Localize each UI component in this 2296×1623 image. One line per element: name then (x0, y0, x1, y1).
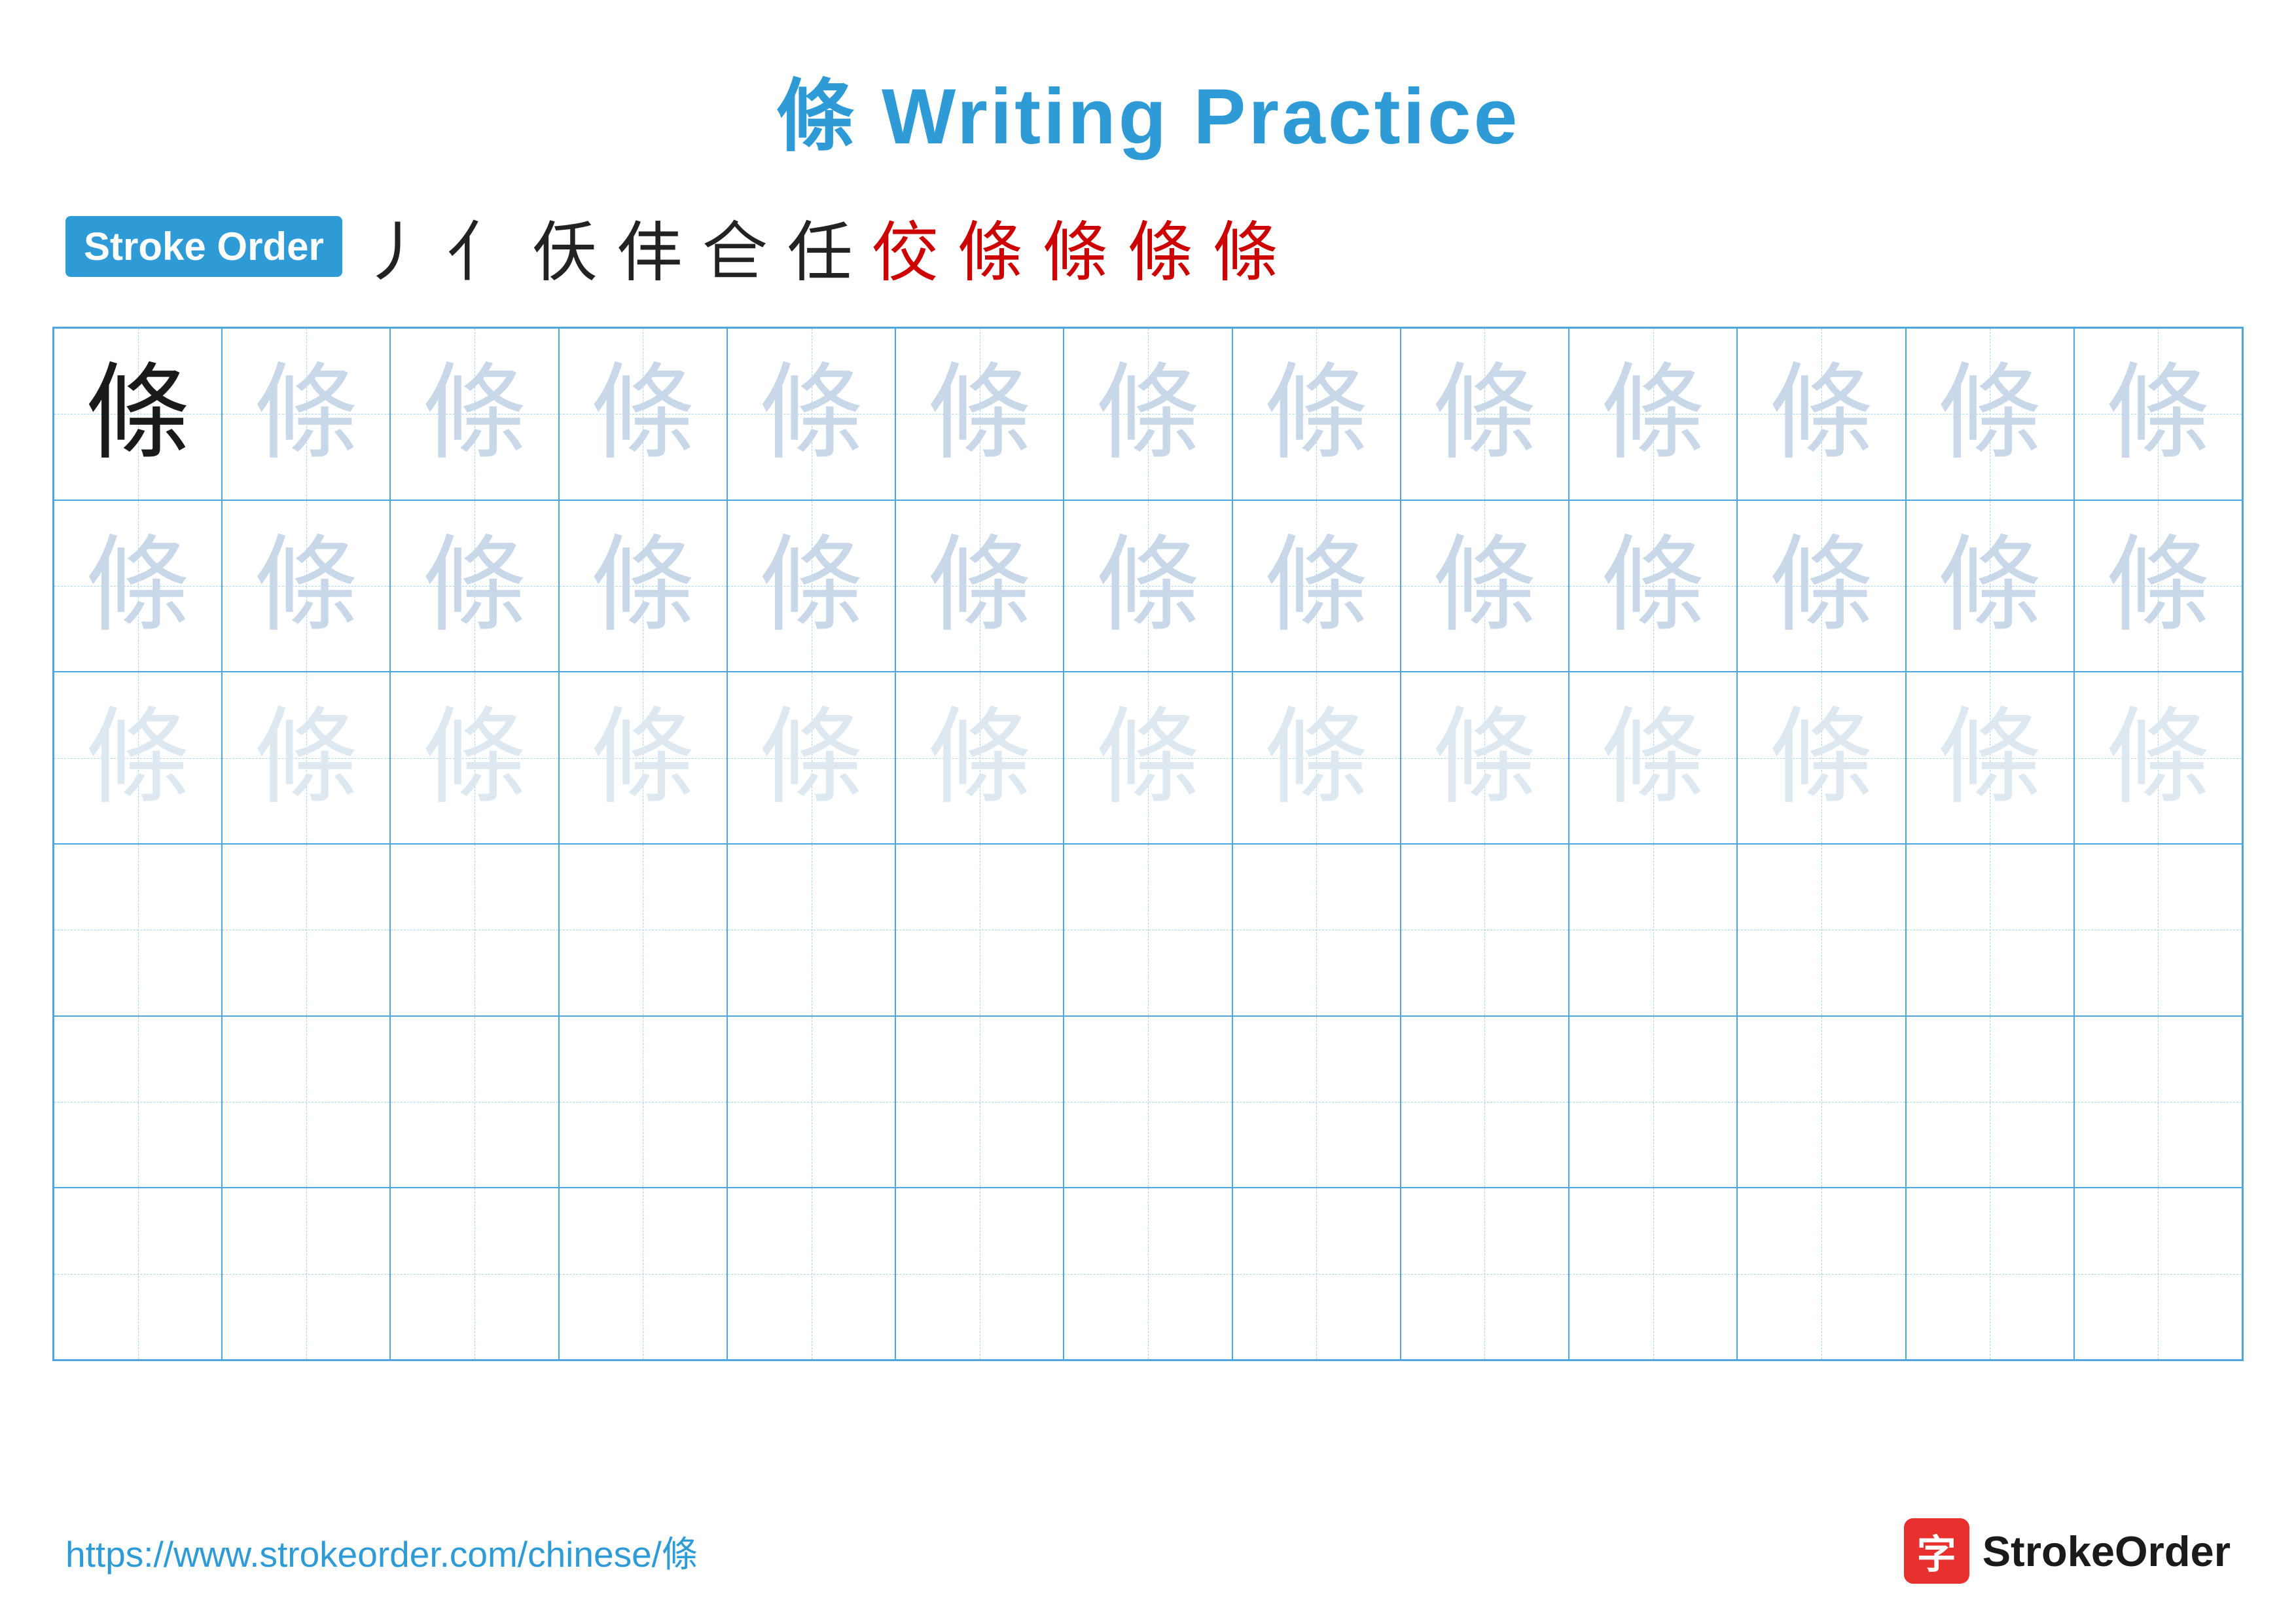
grid-cell[interactable] (1737, 844, 1905, 1016)
grid-cell[interactable]: 條 (1737, 672, 1905, 844)
logo-text: StrokeOrder (1982, 1527, 2231, 1576)
stroke-4: 仹 (617, 199, 683, 294)
grid-cell[interactable]: 條 (895, 500, 1064, 672)
grid-cell[interactable]: 條 (390, 500, 558, 672)
grid-cell[interactable]: 條 (1064, 500, 1232, 672)
stroke-order-badge: Stroke Order (65, 216, 342, 277)
grid-cell[interactable]: 條 (727, 500, 895, 672)
grid-cell[interactable]: 條 (54, 500, 222, 672)
grid-cell[interactable]: 條 (895, 328, 1064, 500)
grid-cell[interactable]: 條 (1906, 328, 2074, 500)
grid-cell[interactable]: 條 (390, 672, 558, 844)
grid-cell[interactable] (1569, 1016, 1737, 1188)
grid-cell[interactable]: 條 (1064, 328, 1232, 500)
grid-cell[interactable] (54, 1188, 222, 1360)
stroke-7: 佼 (872, 199, 938, 294)
grid-cell[interactable] (1906, 1016, 2074, 1188)
grid-cell[interactable]: 條 (1906, 500, 2074, 672)
grid-cell[interactable] (1569, 1188, 1737, 1360)
grid-cell[interactable] (54, 1016, 222, 1188)
stroke-8: 條 (958, 199, 1023, 294)
grid-cell[interactable]: 條 (1737, 500, 1905, 672)
stroke-5: 仺 (702, 199, 768, 294)
grid-cell[interactable] (1906, 844, 2074, 1016)
grid-cell[interactable] (222, 844, 390, 1016)
grid-cell[interactable] (1906, 1188, 2074, 1360)
grid-cell[interactable] (390, 844, 558, 1016)
grid-cell[interactable]: 條 (559, 672, 727, 844)
grid-cell[interactable] (1737, 1016, 1905, 1188)
grid-cell[interactable] (727, 1188, 895, 1360)
footer-url[interactable]: https://www.strokeorder.com/chinese/條 (65, 1525, 698, 1577)
stroke-order-row: Stroke Order 丿 亻 仸 仹 仺 任 佼 條 條 條 條 (0, 166, 2296, 314)
grid-cell[interactable] (1401, 844, 1569, 1016)
grid-cell[interactable]: 條 (1232, 672, 1401, 844)
grid-cell[interactable] (54, 844, 222, 1016)
grid-cell[interactable] (895, 1016, 1064, 1188)
stroke-6: 任 (787, 199, 853, 294)
grid-cell[interactable] (1569, 844, 1737, 1016)
grid-cell[interactable] (559, 844, 727, 1016)
grid-cell[interactable]: 條 (1401, 500, 1569, 672)
grid-cell[interactable]: 條 (222, 328, 390, 500)
grid-cell[interactable] (1232, 1016, 1401, 1188)
grid-cell[interactable] (390, 1188, 558, 1360)
stroke-9: 條 (1043, 199, 1108, 294)
stroke-2: 亻 (447, 199, 512, 294)
footer-logo: 字 StrokeOrder (1904, 1518, 2231, 1584)
grid-cell[interactable] (1232, 844, 1401, 1016)
grid-cell[interactable]: 條 (1906, 672, 2074, 844)
grid-cell[interactable]: 條 (54, 328, 222, 500)
grid-cell[interactable]: 條 (2074, 328, 2242, 500)
grid-cell[interactable]: 條 (2074, 672, 2242, 844)
grid-cell[interactable]: 條 (1401, 328, 1569, 500)
grid-cell[interactable] (895, 844, 1064, 1016)
logo-icon: 字 (1904, 1518, 1969, 1584)
grid-cell[interactable] (390, 1016, 558, 1188)
grid-cell[interactable] (559, 1188, 727, 1360)
grid-cell[interactable] (559, 1016, 727, 1188)
grid-cell[interactable] (222, 1188, 390, 1360)
grid-cell[interactable]: 條 (1569, 672, 1737, 844)
grid-cell[interactable] (1401, 1188, 1569, 1360)
grid-cell[interactable]: 條 (1569, 500, 1737, 672)
grid-cell[interactable]: 條 (222, 672, 390, 844)
grid-cell[interactable]: 條 (54, 672, 222, 844)
footer: https://www.strokeorder.com/chinese/條 字 … (0, 1518, 2296, 1584)
grid-cell[interactable]: 條 (1232, 500, 1401, 672)
stroke-10: 條 (1128, 199, 1193, 294)
grid-cell[interactable]: 條 (895, 672, 1064, 844)
grid-cell[interactable] (222, 1016, 390, 1188)
stroke-1: 丿 (362, 199, 427, 294)
grid-cell[interactable]: 條 (1569, 328, 1737, 500)
grid-cell[interactable] (1064, 1188, 1232, 1360)
grid-cell[interactable] (2074, 1188, 2242, 1360)
grid-cell[interactable]: 條 (559, 328, 727, 500)
grid-cell[interactable]: 條 (1737, 328, 1905, 500)
grid-cell[interactable] (2074, 844, 2242, 1016)
page-title: 條 Writing Practice (0, 0, 2296, 166)
grid-cell[interactable]: 條 (2074, 500, 2242, 672)
grid-cell[interactable] (1064, 844, 1232, 1016)
grid-cell[interactable]: 條 (390, 328, 558, 500)
grid-cell[interactable]: 條 (1401, 672, 1569, 844)
grid-cell[interactable]: 條 (1232, 328, 1401, 500)
grid-cell[interactable] (1232, 1188, 1401, 1360)
grid-cell[interactable] (1064, 1016, 1232, 1188)
grid-cell[interactable]: 條 (1064, 672, 1232, 844)
grid-cell[interactable] (1401, 1016, 1569, 1188)
grid-cell[interactable] (1737, 1188, 1905, 1360)
grid-cell[interactable] (727, 844, 895, 1016)
grid-cell[interactable]: 條 (222, 500, 390, 672)
grid-cell[interactable] (727, 1016, 895, 1188)
writing-grid[interactable]: 條 條 條 條 條 條 條 條 條 條 條 條 條 條 條 條 條 (52, 327, 2244, 1361)
grid-cell[interactable]: 條 (727, 672, 895, 844)
stroke-3: 仸 (532, 199, 598, 294)
grid-cell[interactable] (895, 1188, 1064, 1360)
stroke-11: 條 (1213, 199, 1278, 294)
grid-cell[interactable]: 條 (727, 328, 895, 500)
grid-cell[interactable] (2074, 1016, 2242, 1188)
grid-cell[interactable]: 條 (559, 500, 727, 672)
